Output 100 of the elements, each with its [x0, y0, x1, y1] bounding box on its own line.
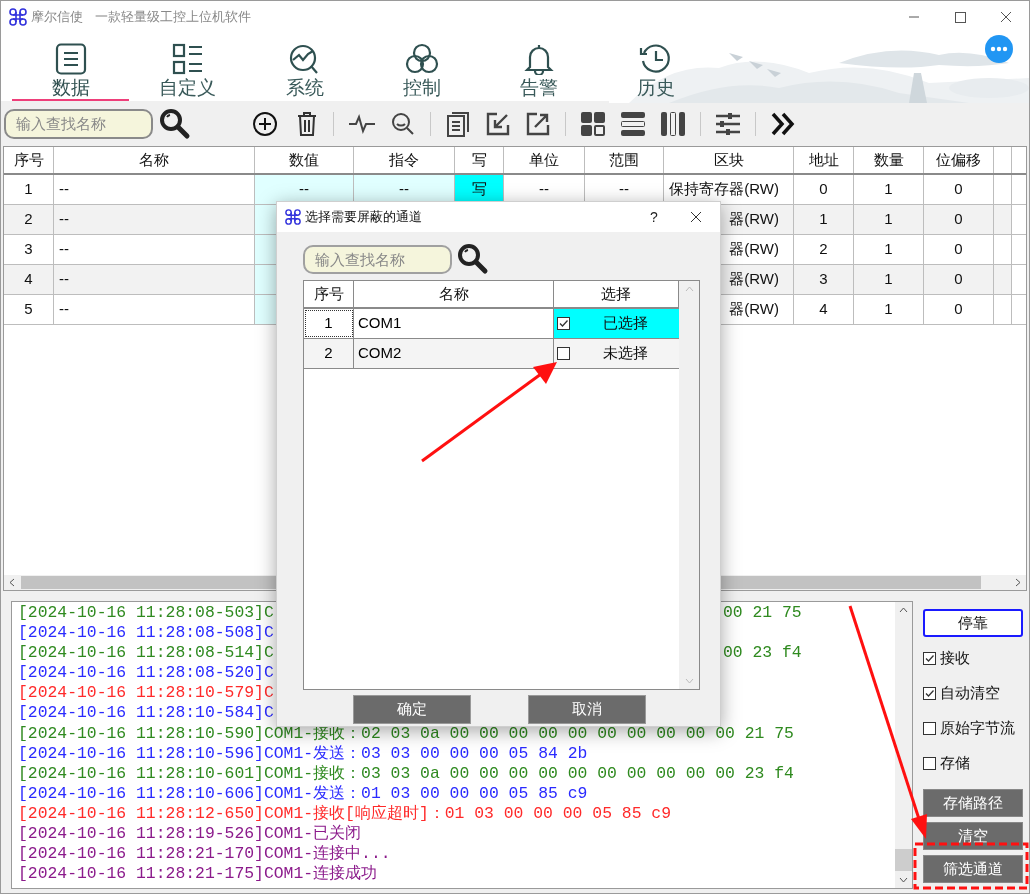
table-cell: 0	[924, 175, 994, 204]
dialog-button[interactable]: 取消	[528, 695, 646, 724]
dialog-button[interactable]: 确定	[353, 695, 471, 724]
add-icon[interactable]	[252, 110, 278, 137]
checkbox[interactable]	[557, 317, 570, 330]
nav-tab[interactable]: 数据	[12, 33, 129, 101]
export-icon[interactable]	[525, 110, 551, 137]
zoom-out-icon[interactable]	[390, 110, 416, 137]
column-header: 位偏移	[924, 147, 994, 173]
checkbox-label: 接收	[940, 648, 970, 669]
log-line: [2024-10-16 11:28:12-650]COM1-接收[响应超时]：01 03 00 00 00 05 85 c9	[18, 803, 671, 823]
column-header: 数量	[854, 147, 924, 173]
nav-tab[interactable]: 控制	[363, 33, 480, 101]
log-line: 00 21 75	[723, 603, 802, 623]
app-subtitle: 一款轻量级工控上位机软件	[95, 8, 251, 27]
log-line: [2024-10-16 11:28:19-526]COM1-已关闭	[18, 824, 362, 844]
scrollbar-thumb[interactable]	[895, 849, 912, 871]
columns-icon[interactable]	[660, 110, 686, 137]
search-field[interactable]: 输入查找名称	[4, 108, 153, 139]
table-cell: 1	[854, 235, 924, 264]
dock-button[interactable]: 停靠	[923, 609, 1023, 637]
nav-tab[interactable]: 告警	[480, 33, 597, 101]
log-line: [2024-10-16 11:28:08-520]C	[18, 663, 274, 683]
checkbox[interactable]	[923, 687, 936, 700]
log-line: [2024-10-16 11:28:10-606]COM1-发送：01 03 00 00 00 05 85 c9	[18, 783, 588, 803]
column-header: 序号	[4, 147, 54, 173]
column-header: 名称	[354, 281, 554, 307]
checkbox[interactable]	[923, 722, 936, 735]
table-cell: 1	[4, 175, 54, 204]
checkbox[interactable]	[923, 757, 936, 770]
rings-icon	[403, 43, 440, 75]
log-line: [2024-10-16 11:28:21-175]COM1-连接成功	[18, 864, 378, 884]
import-icon[interactable]	[485, 110, 511, 137]
action-button[interactable]: 存储路径	[923, 789, 1023, 817]
action-button[interactable]: 筛选通道	[923, 855, 1023, 883]
column-header: 范围	[585, 147, 664, 173]
log-line: [2024-10-16 11:28:08-508]C	[18, 623, 274, 643]
table-cell: 1	[854, 265, 924, 294]
checkbox[interactable]	[557, 347, 570, 360]
selection-cell[interactable]: 未选择	[554, 339, 679, 368]
log-line: [2024-10-16 11:28:10-596]COM1-发送：03 03 00 00 00 05 84 2b	[18, 743, 588, 763]
table-cell: 4	[794, 295, 854, 324]
column-header: 区块	[664, 147, 794, 173]
column-header: 序号	[304, 281, 354, 307]
log-line: [2024-10-16 11:28:10-579]C	[18, 683, 274, 703]
log-line: [2024-10-16 11:28:08-503]C	[18, 603, 274, 622]
table-cell: 0	[924, 295, 994, 324]
chevrons-icon[interactable]	[770, 110, 796, 137]
rows-icon[interactable]	[620, 110, 646, 137]
table-cell: 3	[4, 235, 54, 264]
table-cell: 1	[854, 295, 924, 324]
search-icon[interactable]	[456, 243, 490, 275]
app-logo-icon	[285, 209, 301, 225]
table-cell: 2	[4, 205, 54, 234]
table-cell: 1	[794, 205, 854, 234]
search-icon[interactable]	[158, 107, 192, 140]
checkbox[interactable]	[923, 652, 936, 665]
table-cell: 3	[794, 265, 854, 294]
table-cell: 0	[924, 265, 994, 294]
tiles-icon[interactable]	[580, 110, 606, 137]
table-cell: 4	[4, 265, 54, 294]
log-line: [2024-10-16 11:28:21-170]COM1-连接中...	[18, 844, 391, 864]
checkbox-label: 存储	[940, 753, 970, 774]
column-header: 数值	[255, 147, 354, 173]
trash-icon[interactable]	[295, 110, 319, 137]
table-cell: 1	[854, 175, 924, 204]
action-button[interactable]: 清空	[923, 822, 1023, 850]
checkbox-label: 原始字节流	[940, 718, 1015, 739]
app-name: 摩尔信使	[31, 8, 83, 27]
column-header: 写	[455, 147, 504, 173]
table-cell: 1	[854, 205, 924, 234]
log-line: [2024-10-16 11:28:08-514]C	[18, 643, 274, 663]
status-label: 已选择	[603, 313, 648, 334]
help-button[interactable]: ?	[642, 206, 666, 228]
column-header: 名称	[54, 147, 255, 173]
app-logo-icon	[9, 8, 27, 26]
log-line: [2024-10-16 11:28:10-584]C	[18, 703, 274, 723]
table-cell: --	[54, 265, 255, 294]
search-field[interactable]: 输入查找名称	[303, 244, 452, 274]
dialog-title: 选择需要屏蔽的通道	[305, 208, 422, 227]
log-line: 00 23 f4	[723, 643, 802, 664]
table-cell: 0	[924, 235, 994, 264]
nav-tab[interactable]: 系统	[246, 33, 363, 101]
document-icon[interactable]	[445, 110, 471, 137]
column-header: 地址	[794, 147, 854, 173]
selection-cell[interactable]: 已选择	[554, 309, 679, 338]
nav-tab[interactable]: 历史	[597, 33, 714, 101]
status-label: 未选择	[603, 343, 648, 364]
log-line: [2024-10-16 11:28:10-601]COM1-接收：03 03 0a 00 00 00 00 00 00 00 00 00 00 23 f4	[18, 763, 794, 783]
nav-tab[interactable]: 自定义	[129, 33, 246, 101]
column-header: 单位	[504, 147, 585, 173]
sliders-icon[interactable]	[715, 110, 741, 137]
more-button[interactable]	[985, 35, 1013, 63]
table-cell: 2	[304, 339, 354, 368]
table-cell: 2	[794, 235, 854, 264]
checkbox-label: 自动清空	[940, 683, 1000, 704]
table-cell: 0	[924, 205, 994, 234]
table-cell: 1	[304, 309, 354, 338]
table-cell: 0	[794, 175, 854, 204]
table-cell: --	[54, 205, 255, 234]
